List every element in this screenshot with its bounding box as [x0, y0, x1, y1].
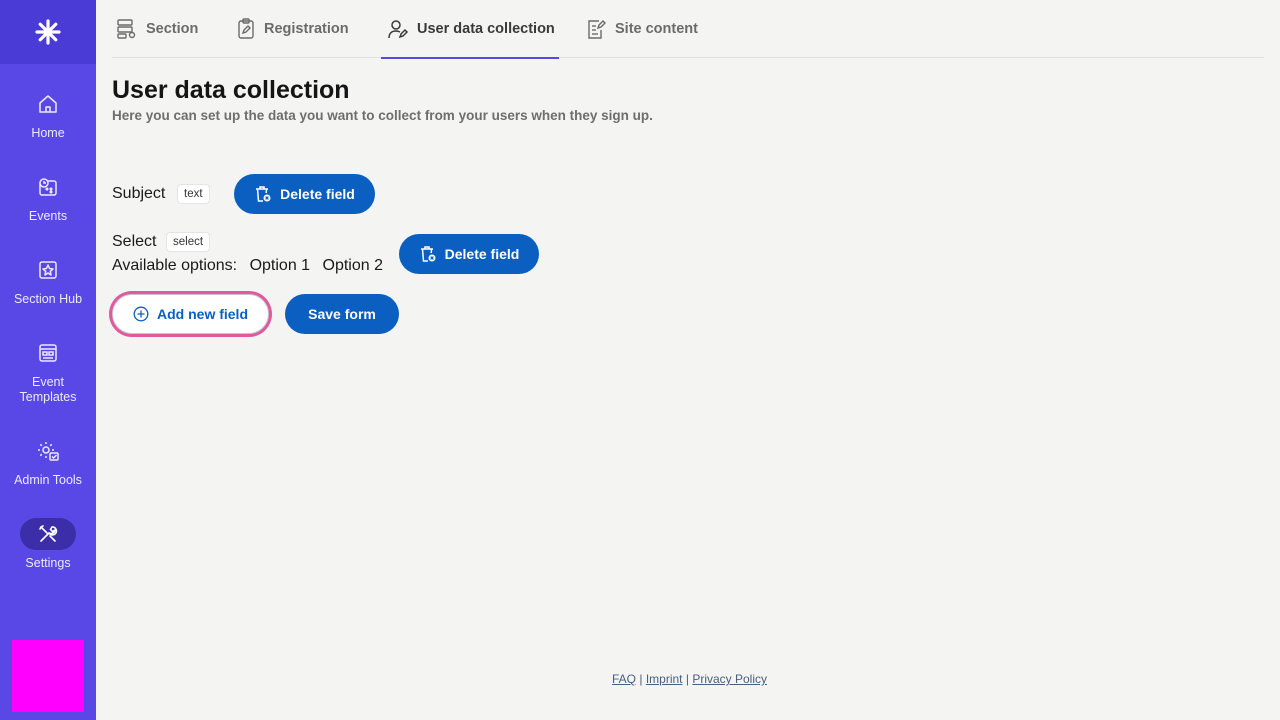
sidebar-item-label: Event Templates [19, 375, 77, 404]
settings-icon [20, 518, 76, 550]
sidebar-item-section-hub[interactable]: Section Hub [0, 254, 96, 307]
privacy-policy-link[interactable]: Privacy Policy [692, 672, 767, 686]
sidebar-item-event-templates[interactable]: Event Templates [0, 337, 96, 405]
tab-label: Registration [264, 21, 349, 37]
footer-separator: | [685, 672, 689, 686]
sidebar-item-label: Home [31, 126, 65, 140]
tab-site-content[interactable]: Site content [585, 0, 698, 58]
avatar[interactable] [12, 640, 84, 712]
plus-circle-icon [133, 306, 149, 322]
site-content-icon [588, 20, 606, 39]
faq-link[interactable]: FAQ [612, 672, 636, 686]
page-title: User data collection [112, 76, 350, 104]
footer-separator: | [639, 672, 643, 686]
tab-label: Site content [615, 21, 698, 37]
available-options-label: Available options: [112, 257, 238, 274]
tab-section[interactable]: Section [116, 0, 198, 58]
tab-label: User data collection [417, 21, 555, 37]
add-new-field-button[interactable]: Add new field [112, 294, 269, 334]
save-form-label: Save form [308, 306, 376, 322]
sidebar: Home Events Section Hub Event Templates … [0, 0, 96, 720]
available-options: Available options: Option 1 Option 2 [112, 257, 383, 275]
tab-registration[interactable]: Registration [236, 0, 349, 58]
events-icon [20, 171, 76, 203]
section-hub-icon [20, 254, 76, 286]
add-new-field-label: Add new field [157, 306, 248, 322]
page-subtitle: Here you can set up the data you want to… [112, 108, 653, 123]
sidebar-item-label: Events [28, 209, 68, 223]
event-templates-icon [20, 337, 76, 369]
imprint-link[interactable]: Imprint [646, 672, 683, 686]
tab-bar: Section Registration User data collectio… [112, 0, 1264, 59]
option-item: Option 1 [249, 257, 311, 274]
sidebar-item-admin-tools[interactable]: Admin Tools [0, 435, 96, 488]
delete-field-button[interactable]: Delete field [399, 234, 539, 274]
sidebar-item-settings[interactable]: Settings [0, 518, 96, 571]
save-form-button[interactable]: Save form [285, 294, 399, 334]
sidebar-item-label: Section Hub [13, 292, 83, 306]
delete-field-button[interactable]: Delete field [234, 174, 375, 214]
sidebar-item-home[interactable]: Home [0, 88, 96, 141]
sidebar-item-label: Admin Tools [14, 473, 82, 487]
field-type-badge: select [166, 232, 211, 252]
asterisk-logo-icon [35, 19, 61, 45]
field-name: Select [112, 233, 157, 250]
delete-field-label: Delete field [280, 186, 355, 202]
app-logo[interactable] [0, 0, 96, 64]
footer: FAQ | Imprint | Privacy Policy [612, 672, 767, 686]
field-name: Subject [112, 185, 166, 202]
user-data-icon [388, 20, 409, 39]
field-type-badge: text [177, 184, 210, 204]
sidebar-item-events[interactable]: Events [0, 171, 96, 224]
delete-field-label: Delete field [444, 246, 520, 262]
option-item: Option 2 [322, 257, 383, 274]
admin-tools-icon [20, 435, 76, 467]
sidebar-item-label: Settings [25, 556, 71, 570]
home-icon [20, 88, 76, 120]
tab-label: Section [146, 21, 199, 37]
trash-icon [420, 246, 436, 262]
section-icon [117, 19, 136, 39]
trash-icon [256, 186, 271, 202]
registration-icon [238, 18, 254, 39]
tab-user-data-collection[interactable]: User data collection [381, 0, 559, 59]
